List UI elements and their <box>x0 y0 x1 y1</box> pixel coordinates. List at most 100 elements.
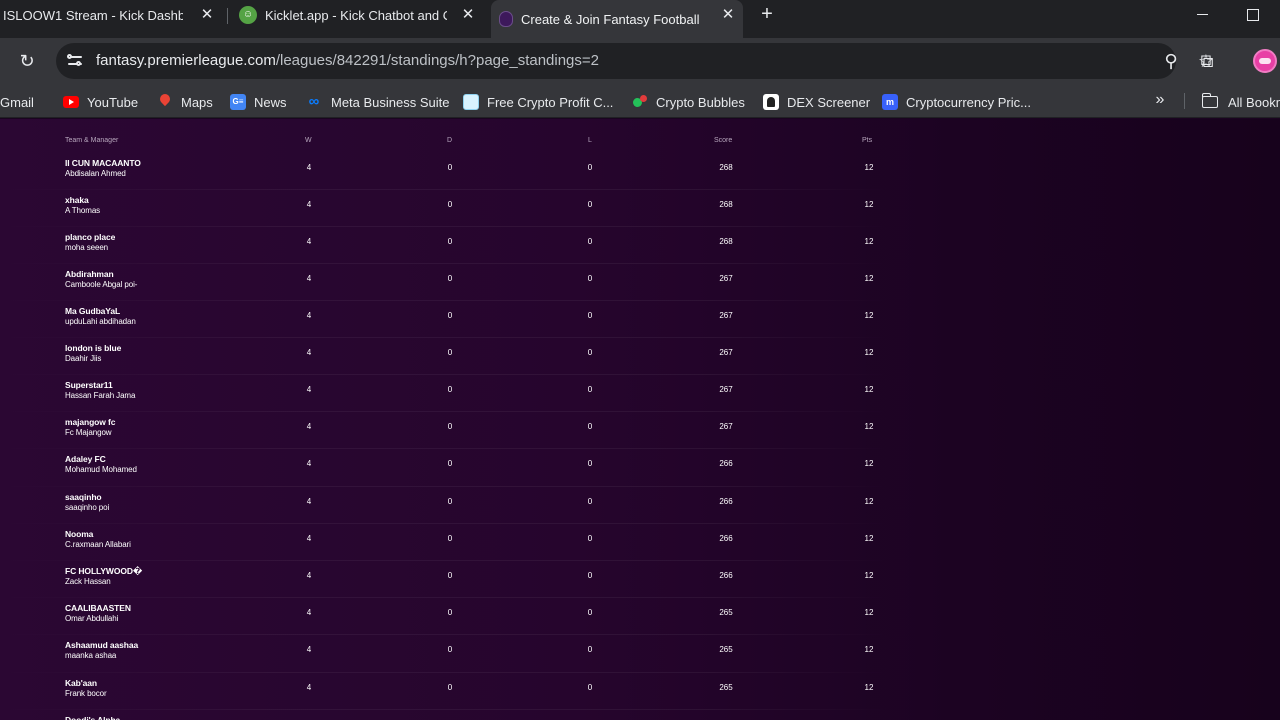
points-value: 12 <box>864 422 874 431</box>
team-name-link[interactable]: xhaka <box>65 195 89 205</box>
url-host: fantasy.premierleague.com <box>96 52 276 69</box>
draws-value: 0 <box>447 534 453 543</box>
all-bookmarks-folder[interactable]: All Bookmarks <box>1201 92 1280 112</box>
meta-infinity-icon: ∞ <box>308 93 320 110</box>
new-tab-plus-icon[interactable]: + <box>756 4 778 26</box>
wins-value: 4 <box>306 571 312 580</box>
team-name-link[interactable]: Nooma <box>65 529 93 539</box>
bookmark-news[interactable]: G≡ News <box>230 92 287 112</box>
tab-kicklet[interactable]: ☺ Kicklet.app - Kick Chatbot and Overlay… <box>231 0 483 30</box>
wins-value: 4 <box>306 497 312 506</box>
score-value: 268 <box>719 237 733 246</box>
premier-league-favicon-icon <box>499 11 513 27</box>
row-divider <box>0 634 890 635</box>
manager-name: upduLahi abdihadan <box>65 317 136 326</box>
close-icon[interactable]: ✕ <box>198 6 216 24</box>
draws-value: 0 <box>447 311 453 320</box>
profile-avatar[interactable] <box>1253 49 1277 73</box>
losses-value: 0 <box>587 683 593 692</box>
score-value: 266 <box>719 459 733 468</box>
wins-value: 4 <box>306 311 312 320</box>
draws-value: 0 <box>447 497 453 506</box>
close-icon[interactable]: ✕ <box>719 6 737 24</box>
team-name-link[interactable]: FC HOLLYWOOD� <box>65 566 142 577</box>
minimize-window-icon[interactable] <box>1192 4 1214 26</box>
manager-name: Omar Abdullahi <box>65 614 119 623</box>
bookmark-crypto-bubbles[interactable]: Crypto Bubbles <box>632 92 745 112</box>
bookmark-label: Crypto Bubbles <box>656 94 745 110</box>
header-score: Score <box>714 137 733 144</box>
tab-separator <box>227 8 228 24</box>
table-row[interactable]: Doodi's Alpha <box>0 715 890 720</box>
bookmark-free-crypto-profit[interactable]: Free Crypto Profit C... <box>463 92 613 112</box>
bookmark-youtube[interactable]: YouTube <box>63 92 138 112</box>
restore-window-icon[interactable] <box>1242 4 1264 26</box>
wins-value: 4 <box>306 459 312 468</box>
row-divider <box>0 523 890 524</box>
points-value: 12 <box>864 163 874 172</box>
bookmarks-bar: Gmail YouTube Maps G≡ News ∞ Meta Busine… <box>0 84 1280 118</box>
standings-table: Team & Manager W D L Score Pts II CUN MA… <box>0 119 890 720</box>
bookmark-meta-business-suite[interactable]: ∞ Meta Business Suite <box>305 92 450 112</box>
score-value: 267 <box>719 422 733 431</box>
extensions-puzzle-icon[interactable]: ⧉ <box>1196 50 1218 72</box>
team-name-link[interactable]: Doodi's Alpha <box>65 715 120 720</box>
score-value: 267 <box>719 311 733 320</box>
team-name-link[interactable]: Ashaamud aashaa <box>65 640 138 650</box>
bookmark-maps[interactable]: Maps <box>157 92 213 112</box>
zoom-icon[interactable]: ⚲ <box>1160 50 1182 72</box>
wins-value: 4 <box>306 534 312 543</box>
team-name-link[interactable]: majangow fc <box>65 417 115 427</box>
wins-value: 4 <box>306 683 312 692</box>
youtube-icon <box>63 96 79 108</box>
row-divider <box>0 411 890 412</box>
coinmarketcap-icon: m <box>882 94 898 110</box>
wins-value: 4 <box>306 274 312 283</box>
manager-name: Daahir Jiis <box>65 354 102 363</box>
wins-value: 4 <box>306 163 312 172</box>
free-crypto-icon <box>463 94 479 110</box>
manager-name: Hassan Farah Jama <box>65 391 136 400</box>
draws-value: 0 <box>447 274 453 283</box>
losses-value: 0 <box>587 645 593 654</box>
manager-name: Zack Hassan <box>65 577 111 586</box>
url-text[interactable]: fantasy.premierleague.com/leagues/842291… <box>96 52 599 69</box>
bookmarks-divider <box>1184 93 1185 109</box>
address-bar[interactable]: fantasy.premierleague.com/leagues/842291… <box>56 43 1214 79</box>
bookmark-cryptocurrency-prices[interactable]: m Cryptocurrency Pric... <box>882 92 1031 112</box>
wins-value: 4 <box>306 422 312 431</box>
team-name-link[interactable]: Kab'aan <box>65 678 97 688</box>
losses-value: 0 <box>587 459 593 468</box>
bookmark-dex-screener[interactable]: DEX Screener <box>763 92 870 112</box>
tab-title: ISLOOW1 Stream - Kick Dashboard <box>3 7 183 23</box>
browser-toolbar: ↻ fantasy.premierleague.com/leagues/8422… <box>0 38 1280 84</box>
team-name-link[interactable]: saaqinho <box>65 492 102 502</box>
bookmark-gmail[interactable]: Gmail <box>0 92 34 112</box>
points-value: 12 <box>864 348 874 357</box>
team-name-link[interactable]: planco place <box>65 232 115 242</box>
more-bookmarks-chevron-icon[interactable]: » <box>1150 91 1170 109</box>
manager-name: maanka ashaa <box>65 651 117 660</box>
bookmark-label: YouTube <box>87 94 139 110</box>
points-value: 12 <box>864 237 874 246</box>
row-divider <box>0 300 890 301</box>
maps-pin-icon <box>157 94 173 110</box>
draws-value: 0 <box>447 237 453 246</box>
draws-value: 0 <box>447 683 453 692</box>
close-icon[interactable]: ✕ <box>459 6 477 24</box>
team-name-link[interactable]: Superstar11 <box>65 380 113 390</box>
team-name-link[interactable]: CAALIBAASTEN <box>65 603 131 613</box>
team-name-link[interactable]: Abdirahman <box>65 269 114 279</box>
team-name-link[interactable]: Adaley FC <box>65 454 106 464</box>
points-value: 12 <box>864 385 874 394</box>
manager-name: Mohamud Mohamed <box>65 465 137 474</box>
team-name-link[interactable]: Ma GudbaYaL <box>65 306 120 316</box>
team-name-link[interactable]: london is blue <box>65 343 121 353</box>
tab-kick-dashboard[interactable]: ISLOOW1 Stream - Kick Dashboard ✕ <box>0 0 222 30</box>
score-value: 267 <box>719 348 733 357</box>
reload-icon[interactable]: ↻ <box>16 50 38 72</box>
site-settings-icon[interactable] <box>65 51 85 71</box>
tab-fantasy-football-active[interactable]: Create & Join Fantasy Football Leagues ✕ <box>491 0 743 38</box>
team-name-link[interactable]: II CUN MACAANTO <box>65 158 141 168</box>
losses-value: 0 <box>587 311 593 320</box>
